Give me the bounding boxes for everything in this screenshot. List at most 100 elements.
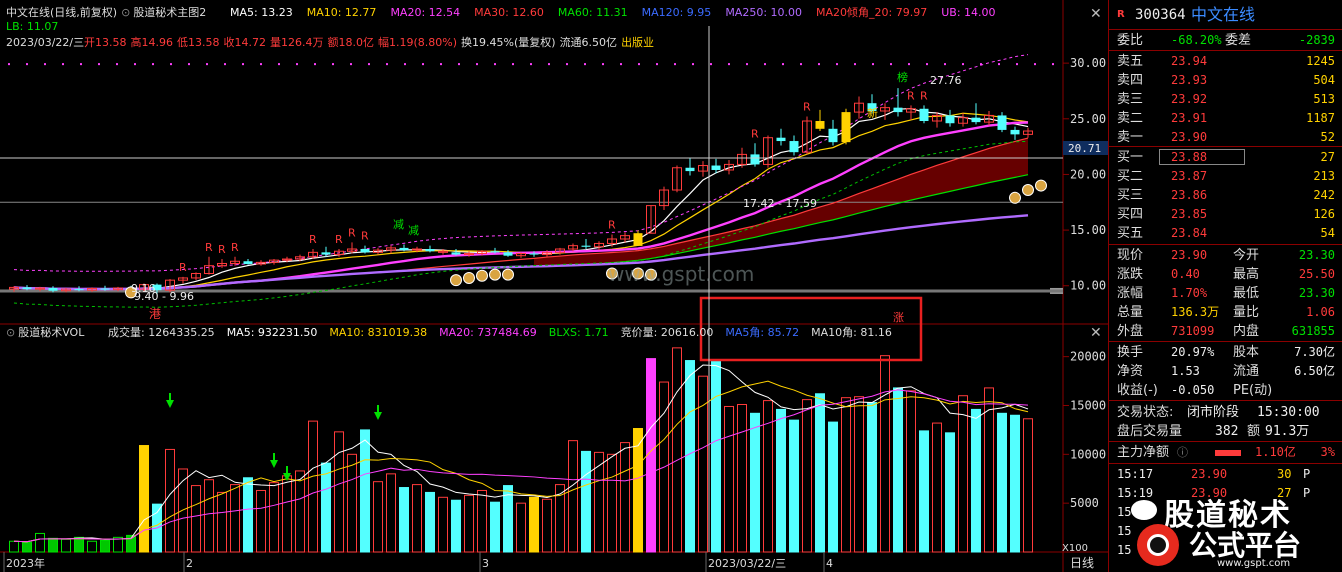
ohlc-item-2: 低13.58 — [177, 36, 220, 49]
r-mark: R — [920, 89, 928, 102]
sell-label: 卖五 — [1117, 54, 1144, 69]
vol-tick-label-3: 20000 — [1070, 350, 1106, 364]
vol-header-item-7: MA10角: 81.16 — [811, 326, 892, 339]
ub-dot — [188, 63, 190, 66]
sell-volume: 52 — [1320, 130, 1335, 144]
sell-volume: 504 — [1313, 73, 1335, 87]
stat-label-2: 最高 — [1233, 267, 1260, 282]
fund-label: 收益(-) — [1117, 383, 1158, 398]
r-mark: R — [205, 241, 213, 254]
price-tick-label-1: 15.00 — [1070, 223, 1106, 237]
ub-dot — [818, 63, 820, 66]
fund-label: 净资 — [1117, 364, 1144, 379]
price-tick-label-4: 30.00 — [1070, 56, 1106, 70]
ub-dot — [1016, 63, 1018, 66]
gspt-logo — [1137, 524, 1179, 566]
ub-dot — [962, 63, 964, 66]
stat-label: 外盘 — [1117, 324, 1144, 339]
gang-mark: 港 — [149, 307, 161, 321]
candle-body-down — [919, 108, 929, 122]
stat-value: 0.40 — [1171, 267, 1200, 281]
sell-row-4: 卖一 23.90 52 — [1109, 128, 1342, 147]
x-axis-label-2: 3 — [482, 557, 489, 570]
sell-price: 23.93 — [1171, 73, 1208, 87]
stat-row-2: 涨幅 1.70% 最低 23.30 — [1109, 284, 1342, 303]
ohlc-item-6: 幅1.19(8.80%) — [378, 36, 457, 49]
sell-volume: 1187 — [1306, 111, 1335, 125]
fund-value: 20.97% — [1171, 345, 1215, 359]
volume-bar — [828, 421, 838, 553]
stat-value: 731099 — [1171, 324, 1215, 338]
kline-chart[interactable]: 10.00 15.00 20.00 25.00 30.00 5000 10000 15000 2… — [0, 0, 1108, 572]
volume-bar — [451, 499, 461, 553]
fund-value: -0.050 — [1171, 383, 1215, 397]
stat-row-4: 外盘 731099 内盘 631855 — [1109, 322, 1342, 341]
main-flow-label: 主力净额 — [1117, 445, 1170, 460]
ub-dot — [458, 63, 460, 66]
stat-label: 现价 — [1117, 248, 1144, 263]
ub-dot — [422, 63, 424, 66]
main-flow-bar — [1215, 450, 1241, 456]
ub-dot — [548, 63, 550, 66]
weicha-value: -2839 — [1298, 33, 1335, 47]
after-hours-vol: 382 — [1215, 424, 1239, 439]
ub-dot — [242, 63, 244, 66]
info-icon[interactable]: ⓘ — [1177, 443, 1188, 462]
x-axis-right-label: 日线 — [1070, 556, 1094, 570]
price-tick-label-2: 20.00 — [1070, 167, 1106, 181]
stat-value-2: 25.50 — [1298, 267, 1335, 281]
stat-row-1: 涨跌 0.40 最高 25.50 — [1109, 265, 1342, 284]
ub-dot — [782, 63, 784, 66]
fund-row-0: 换手 20.97% 股本 7.30亿 — [1109, 343, 1342, 362]
ub-dot — [62, 63, 64, 66]
range-label-low: 9.40 - 9.96 — [134, 290, 194, 303]
buy-label: 买四 — [1117, 207, 1144, 222]
buy-price: 23.87 — [1171, 169, 1208, 183]
ub-dot — [638, 63, 640, 66]
volume-bar — [529, 496, 539, 553]
wechat-icon — [1131, 500, 1157, 520]
header-line-1: 中文在线(日线,前复权) ⊙ 股道秘术主图2 — [6, 5, 206, 19]
close-chart-icon[interactable]: ✕ — [1090, 6, 1102, 22]
vol-tick-label-1: 10000 — [1070, 447, 1106, 461]
volume-bar — [815, 393, 825, 553]
buy-row-1: 买二 23.87 213 — [1109, 167, 1342, 186]
r-mark: R — [361, 230, 369, 243]
high-label: 27.76 — [930, 74, 962, 87]
ub-dot — [854, 63, 856, 66]
ub-dot — [224, 63, 226, 66]
sell-label: 卖三 — [1117, 92, 1144, 107]
ub-dot — [674, 63, 676, 66]
candle-body-down — [1010, 129, 1020, 135]
volume-bar — [971, 408, 981, 553]
ub-dot — [530, 63, 532, 66]
buy-label: 买二 — [1117, 169, 1144, 184]
logo-url: www.gspt.com — [1217, 558, 1291, 569]
ma-header-item-5: MA120: 9.95 — [642, 6, 712, 19]
ub-dot — [836, 63, 838, 66]
candle-body-down — [789, 141, 799, 153]
close-volume-icon[interactable]: ✕ — [1090, 325, 1102, 341]
x-axis-label-0: 2023年 — [6, 556, 45, 570]
ub-dot — [656, 63, 658, 66]
main-flow-pct: 3% — [1320, 445, 1335, 459]
ma-header-item-1: MA10: 12.77 — [307, 6, 377, 19]
ub-dot — [26, 63, 28, 66]
volume-bar — [243, 477, 253, 553]
candle-body-down — [529, 253, 539, 255]
ma-header-item-2: MA20: 12.54 — [390, 6, 460, 19]
volume-bar — [685, 360, 695, 553]
buy-price: 23.84 — [1171, 226, 1208, 240]
indicator-name: 股道秘术主图2 — [133, 5, 206, 19]
candle-body-down — [893, 107, 903, 113]
ub-dot — [890, 63, 892, 66]
money-bag-icon — [463, 271, 475, 284]
ub-dot — [926, 63, 928, 66]
ub-dot — [602, 63, 604, 66]
r-mark: R — [803, 101, 811, 114]
ohlc-item-8: 流通6.50亿 — [560, 35, 618, 49]
candle-body-down — [503, 252, 513, 256]
candle-body-down — [74, 289, 84, 291]
ma-header-item-8: UB: 14.00 — [941, 6, 995, 19]
buy-row-3: 买四 23.85 126 — [1109, 205, 1342, 224]
